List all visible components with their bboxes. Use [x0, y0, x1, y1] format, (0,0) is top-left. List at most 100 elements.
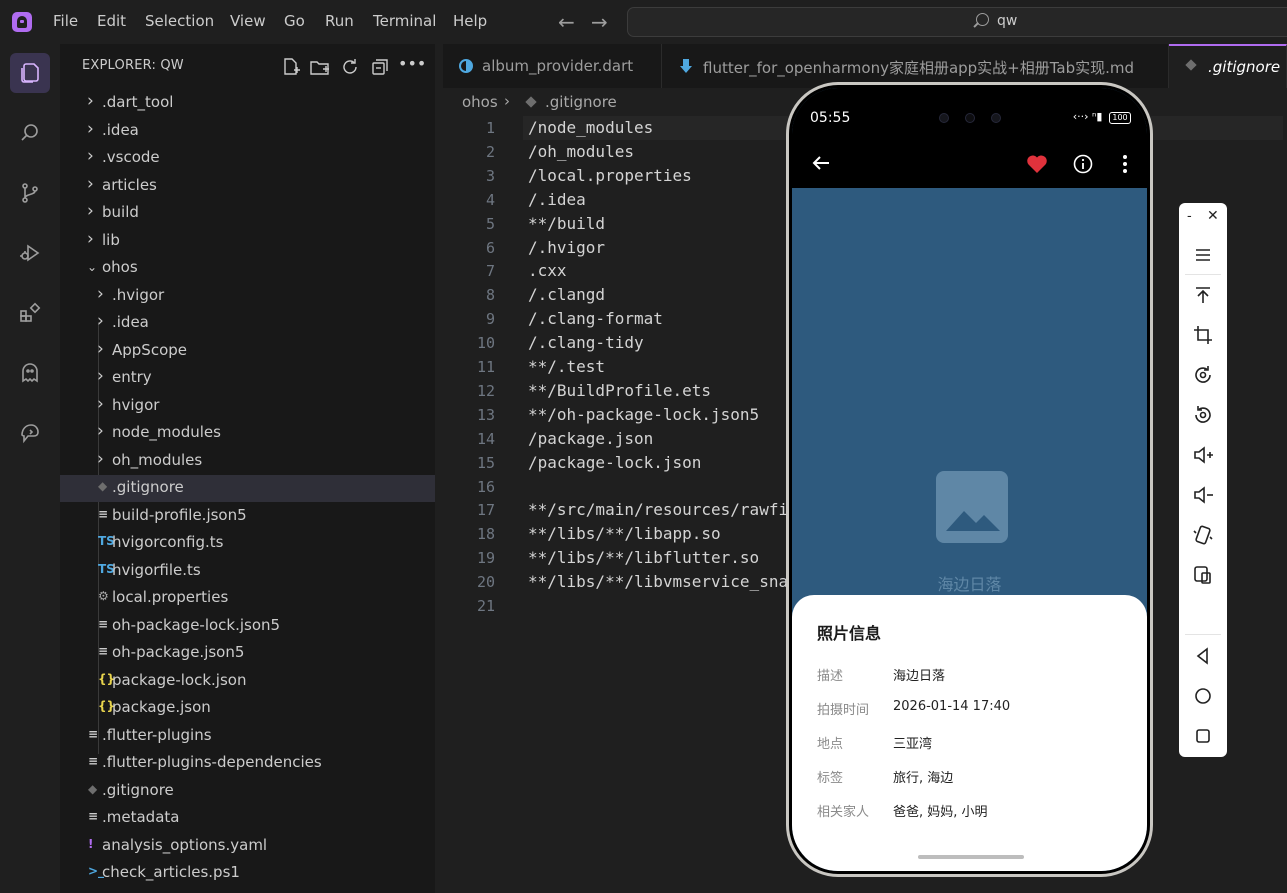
code-line: /local.properties [528, 165, 692, 185]
file-item[interactable]: ◆ .gitignore [60, 475, 435, 502]
folder-item[interactable]: › oh_modules [60, 448, 435, 475]
folder-item[interactable]: › AppScope [60, 338, 435, 365]
line-number: 12 [476, 381, 495, 400]
new-file-icon[interactable] [280, 56, 302, 78]
line-number: 2 [485, 142, 495, 161]
line-number: 21 [476, 597, 495, 615]
git-file-icon [1185, 59, 1197, 71]
breadcrumb-folder[interactable]: ohos [462, 93, 498, 111]
copilot-icon[interactable] [10, 413, 50, 453]
run-debug-icon[interactable] [10, 233, 50, 273]
file-item[interactable]: TS hvigorconfig.ts [60, 530, 435, 557]
rotate-reverse-icon[interactable] [1191, 403, 1215, 427]
collapse-all-icon[interactable] [369, 56, 391, 78]
command-center-search[interactable]: qw [627, 7, 1287, 37]
folder-item[interactable]: › articles [60, 173, 435, 200]
more-actions-icon[interactable]: ••• [398, 54, 426, 76]
file-item[interactable]: ⚙ local.properties [60, 585, 435, 612]
tree-item-label: check_articles.ps1 [102, 863, 240, 881]
file-item[interactable]: ≡ build-profile.json5 [60, 503, 435, 530]
new-folder-icon[interactable] [309, 56, 331, 78]
menu-view[interactable]: View [230, 12, 266, 30]
back-arrow-icon[interactable] [810, 152, 832, 174]
forward-arrow-icon[interactable]: → [591, 10, 608, 34]
file-item[interactable]: ≡ .flutter-plugins [60, 723, 435, 750]
camera-lens-icon [965, 113, 975, 123]
line-number: 6 [485, 238, 495, 257]
file-item[interactable]: ≡ oh-package.json5 [60, 640, 435, 667]
screenshot-device-icon[interactable] [1191, 563, 1215, 587]
file-item[interactable]: {} package.json [60, 695, 435, 722]
source-control-icon[interactable] [10, 173, 50, 213]
folder-item[interactable]: › .dart_tool [60, 90, 435, 117]
nav-home-icon[interactable] [1191, 684, 1215, 708]
activity-bar [0, 44, 60, 893]
menu-selection[interactable]: Selection [145, 12, 214, 30]
code-line: /.clang-tidy [528, 333, 644, 353]
line-number: 17 [476, 501, 495, 520]
photo-view[interactable]: 海边日落 [792, 188, 1147, 638]
tree-item-label: .idea [112, 313, 149, 331]
phone-screen: 05:55 ‹··› ⁿ▮ 100 海边日落 照片信息 描述 海边日落 拍摄时间… [792, 88, 1147, 871]
folder-item[interactable]: › .hvigor [60, 283, 435, 310]
breadcrumb-file[interactable]: .gitignore [545, 93, 617, 111]
minimize-button[interactable]: - [1187, 209, 1192, 224]
menu-terminal[interactable]: Terminal [373, 12, 436, 30]
menu-edit[interactable]: Edit [97, 12, 126, 30]
info-row: 描述 海边日落 [817, 665, 1137, 685]
code-line: /package.json [528, 428, 654, 448]
emulator-toolbar: - ✕ [1179, 203, 1227, 757]
home-indicator[interactable] [918, 855, 1024, 859]
folder-item[interactable]: › lib [60, 228, 435, 255]
menu-go[interactable]: Go [284, 12, 305, 30]
file-item[interactable]: ◆ .gitignore [60, 778, 435, 805]
tab-gitignore[interactable]: .gitignore [1169, 44, 1287, 88]
file-item[interactable]: ≡ oh-package-lock.json5 [60, 613, 435, 640]
file-item[interactable]: {} package-lock.json [60, 668, 435, 695]
nav-back-icon[interactable] [1191, 644, 1215, 668]
info-icon[interactable] [1072, 153, 1094, 175]
folder-item[interactable]: › node_modules [60, 420, 435, 447]
tree-item-label: hvigorconfig.ts [112, 533, 224, 551]
folder-item[interactable]: ⌄ ohos [60, 255, 435, 282]
file-item[interactable]: >_ check_articles.ps1 [60, 860, 435, 887]
back-arrow-icon[interactable]: ← [558, 10, 575, 34]
volume-down-icon[interactable] [1191, 483, 1215, 507]
code-line: /package-lock.json [528, 452, 702, 472]
tab-album-provider[interactable]: album_provider.dart [443, 44, 662, 88]
file-item[interactable]: ≡ .metadata [60, 805, 435, 832]
menu-file[interactable]: File [53, 12, 78, 30]
rotate-icon[interactable] [1191, 363, 1215, 387]
explorer-icon[interactable] [10, 53, 50, 93]
tree-item-label: .dart_tool [102, 93, 174, 111]
folder-item[interactable]: › hvigor [60, 393, 435, 420]
toolbar-divider [1185, 274, 1221, 275]
folder-item[interactable]: › build [60, 200, 435, 227]
file-item[interactable]: ! analysis_options.yaml [60, 833, 435, 860]
folder-item[interactable]: › .idea [60, 118, 435, 145]
folder-item[interactable]: › .vscode [60, 145, 435, 172]
folder-item[interactable]: › .idea [60, 310, 435, 337]
search-icon[interactable] [10, 113, 50, 153]
code-line: **/BuildProfile.ets [528, 380, 712, 400]
nav-recents-icon[interactable] [1191, 724, 1215, 748]
shake-device-icon[interactable] [1191, 523, 1215, 547]
code-line: /node_modules [528, 118, 654, 137]
close-button[interactable]: ✕ [1207, 208, 1219, 224]
chevron-right-icon: › [97, 366, 104, 386]
favorite-heart-icon[interactable] [1026, 154, 1048, 174]
tree-item-label: .hvigor [112, 285, 165, 304]
crop-screenshot-icon[interactable] [1191, 323, 1215, 347]
volume-up-icon[interactable] [1191, 443, 1215, 467]
menu-run[interactable]: Run [325, 12, 354, 30]
file-item[interactable]: ≡ .flutter-plugins-dependencies [60, 750, 435, 777]
pin-top-icon[interactable] [1191, 283, 1215, 307]
ghost-icon[interactable] [10, 353, 50, 393]
menu-icon[interactable] [1191, 243, 1215, 267]
more-vert-icon[interactable] [1122, 154, 1128, 174]
folder-item[interactable]: › entry [60, 365, 435, 392]
menu-help[interactable]: Help [453, 12, 487, 30]
extensions-icon[interactable] [10, 293, 50, 333]
file-item[interactable]: TS hvigorfile.ts [60, 558, 435, 585]
refresh-icon[interactable] [339, 56, 361, 78]
